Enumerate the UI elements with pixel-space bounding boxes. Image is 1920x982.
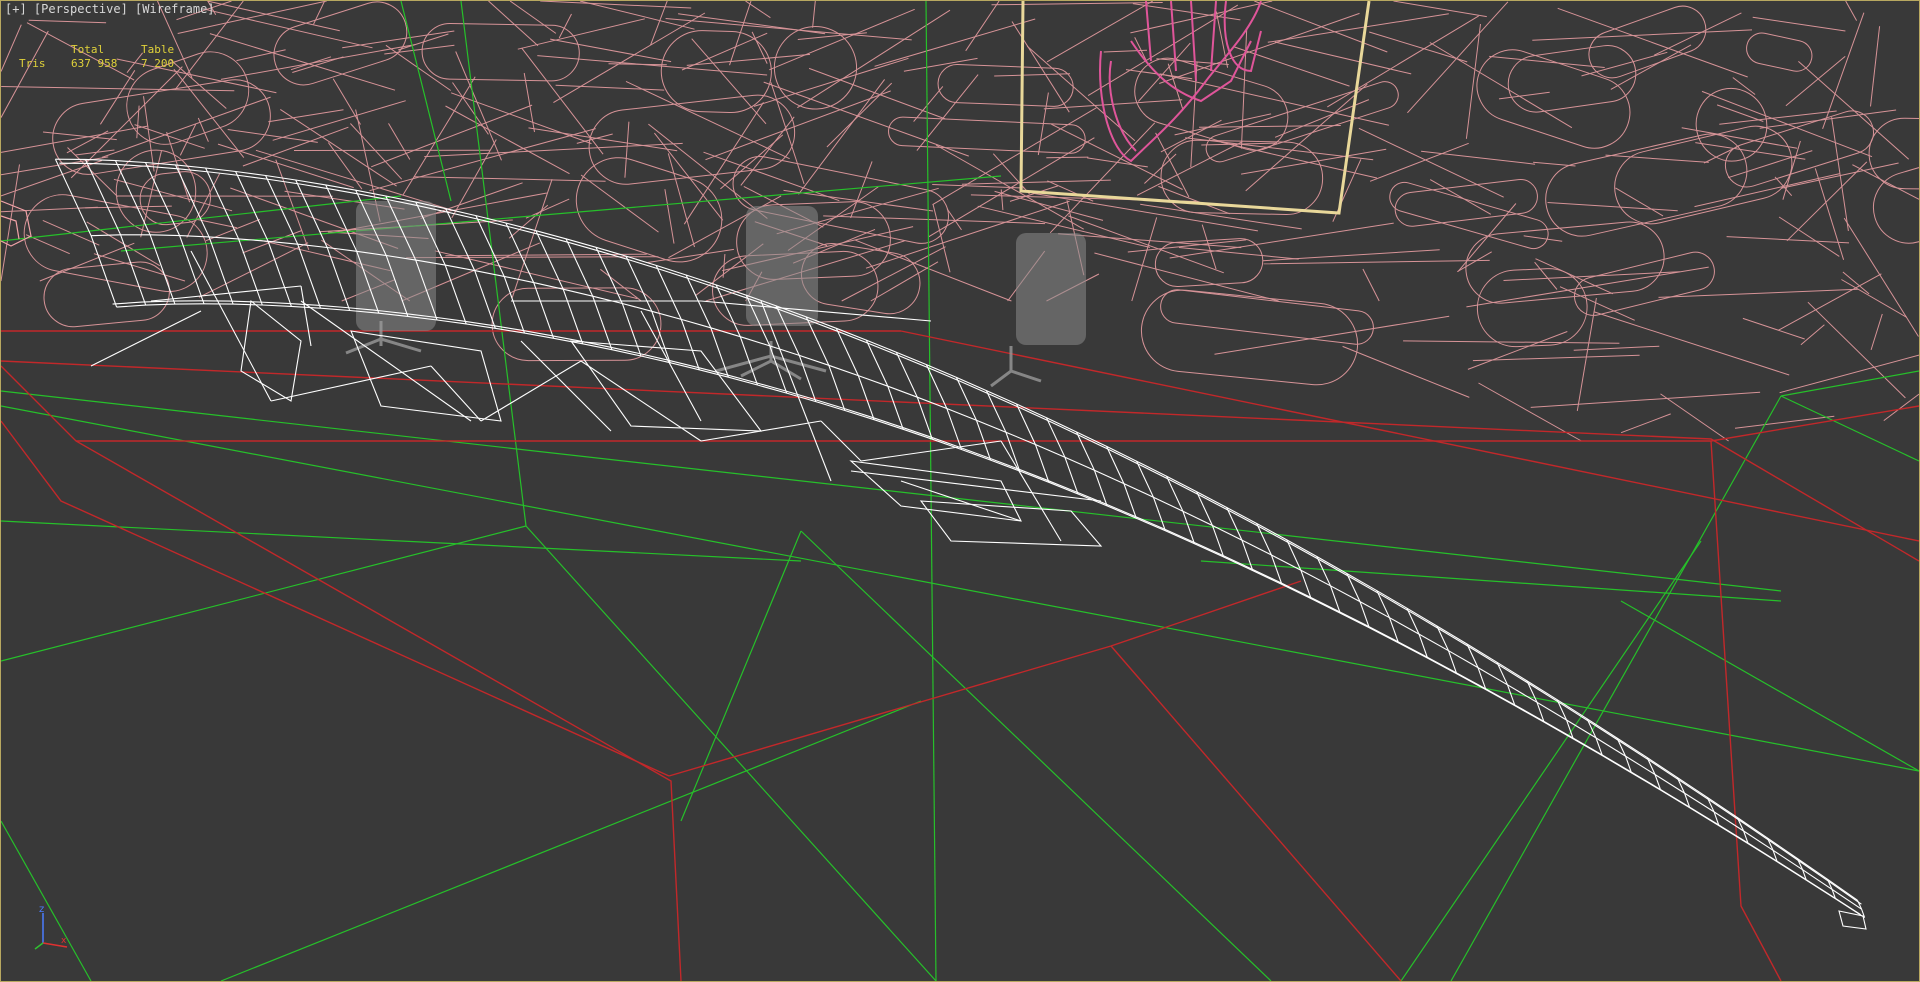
stats-header-total: Total <box>71 43 105 56</box>
viewport-label-menu[interactable]: [+] [Perspective] [Wireframe] <box>5 2 215 16</box>
axis-label-z: z <box>39 904 44 915</box>
wireframe-scene[interactable] <box>1 1 1919 981</box>
statistics-overlay: Total Table Tris 637 958 7 200 <box>19 43 201 71</box>
stats-header-blank <box>19 43 71 57</box>
background-furniture-wireframe <box>1 1 1919 442</box>
perspective-viewport[interactable]: [+] [Perspective] [Wireframe] Total Tabl… <box>0 0 1920 982</box>
selected-desk-wireframe <box>54 158 1867 930</box>
stats-tris-selection: 7 200 <box>141 57 175 70</box>
stats-tris-total: 637 958 <box>71 57 118 70</box>
stats-tris-row: Tris 637 958 7 200 <box>19 57 201 71</box>
stats-header-selection: Table <box>141 43 175 56</box>
axis-tripod-icon: z x <box>34 904 68 950</box>
highlighted-chair-wireframe <box>1099 1 1262 163</box>
stats-tris-label: Tris <box>19 57 46 70</box>
axis-label-x: x <box>61 936 67 946</box>
stats-header-row: Total Table <box>19 43 201 57</box>
